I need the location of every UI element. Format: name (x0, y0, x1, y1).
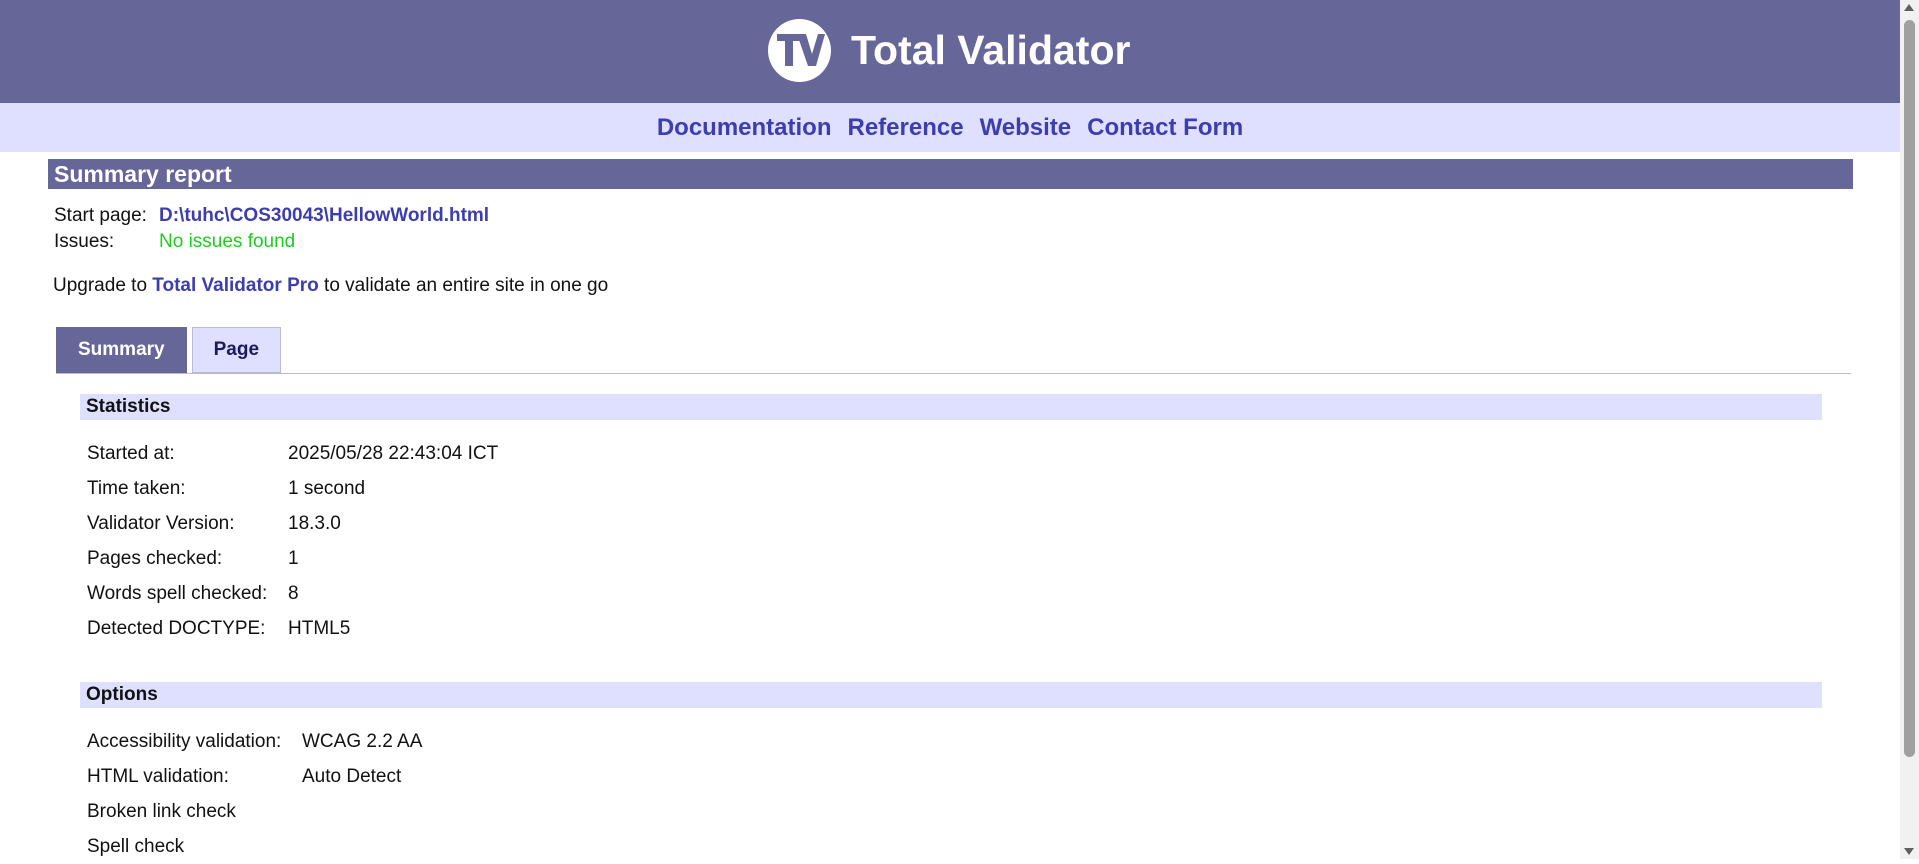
stat-value: 8 (288, 583, 299, 604)
stat-value: 2025/05/28 22:43:04 ICT (288, 443, 499, 464)
stat-value: 1 second (288, 478, 366, 499)
stat-value: HTML5 (288, 618, 351, 639)
stat-label: Time taken: (87, 478, 186, 499)
options-table: Accessibility validation: WCAG 2.2 AA HT… (87, 724, 422, 864)
upgrade-message: Upgrade to Total Validator Pro to valida… (53, 273, 608, 299)
vertical-scrollbar[interactable] (1900, 0, 1919, 859)
upgrade-suffix: to validate an entire site in one go (324, 275, 609, 296)
tab-bar: Summary Page (56, 327, 286, 373)
start-page-link[interactable]: D:\tuhc\COS30043\HellowWorld.html (159, 203, 489, 229)
option-value: Auto Detect (302, 766, 402, 787)
option-label: HTML validation: (87, 766, 229, 787)
stat-row: Words spell checked: 8 (87, 576, 498, 611)
scroll-down-arrow-icon[interactable] (1904, 848, 1914, 855)
option-label: Accessibility validation: (87, 731, 282, 752)
stat-value: 1 (288, 548, 299, 569)
option-row: Broken link check (87, 794, 422, 829)
nav-reference-link[interactable]: Reference (848, 114, 964, 142)
start-page-row: Start page: D:\tuhc\COS30043\HellowWorld… (54, 203, 489, 229)
stat-value: 18.3.0 (288, 513, 341, 534)
stat-label: Detected DOCTYPE: (87, 618, 266, 639)
stat-row: Detected DOCTYPE: HTML5 (87, 611, 498, 646)
stat-label: Validator Version: (87, 513, 235, 534)
logo[interactable]: Total Validator (768, 18, 1130, 82)
upgrade-prefix: Upgrade to (53, 275, 148, 296)
scroll-up-arrow-icon[interactable] (1904, 4, 1914, 11)
option-value: WCAG 2.2 AA (302, 731, 423, 752)
tv-logo-glyph (776, 34, 825, 66)
option-label: Broken link check (87, 801, 236, 822)
option-row: Accessibility validation: WCAG 2.2 AA (87, 724, 422, 759)
top-banner: Total Validator (0, 0, 1900, 103)
summary-report-heading: Summary report (48, 159, 1853, 189)
issues-status: No issues found (159, 231, 296, 252)
options-heading: Options (80, 682, 1822, 708)
stat-row: Validator Version: 18.3.0 (87, 506, 498, 541)
tab-summary[interactable]: Summary (56, 327, 187, 373)
total-validator-pro-link[interactable]: Total Validator Pro (152, 275, 318, 296)
nav-contact-form-link[interactable]: Contact Form (1087, 114, 1243, 142)
stat-row: Time taken: 1 second (87, 471, 498, 506)
issues-row: Issues: No issues found (54, 229, 489, 255)
issues-label: Issues: (54, 231, 115, 252)
stat-label: Started at: (87, 443, 175, 464)
stat-label: Words spell checked: (87, 583, 268, 604)
statistics-table: Started at: 2025/05/28 22:43:04 ICT Time… (87, 436, 498, 646)
start-page-label: Start page: (54, 205, 147, 226)
stat-row: Pages checked: 1 (87, 541, 498, 576)
stat-row: Started at: 2025/05/28 22:43:04 ICT (87, 436, 498, 471)
statistics-heading: Statistics (80, 394, 1822, 420)
tab-page[interactable]: Page (191, 327, 282, 373)
app-title: Total Validator (851, 26, 1131, 73)
scrollbar-thumb[interactable] (1904, 20, 1915, 757)
stat-label: Pages checked: (87, 548, 223, 569)
nav-documentation-link[interactable]: Documentation (657, 114, 832, 142)
nav-bar: Documentation Reference Website Contact … (0, 103, 1900, 152)
tv-logo-icon (768, 18, 831, 82)
report-info: Start page: D:\tuhc\COS30043\HellowWorld… (54, 203, 489, 255)
tab-divider (56, 373, 1851, 374)
option-row: HTML validation: Auto Detect (87, 759, 422, 794)
nav-website-link[interactable]: Website (980, 114, 1072, 142)
